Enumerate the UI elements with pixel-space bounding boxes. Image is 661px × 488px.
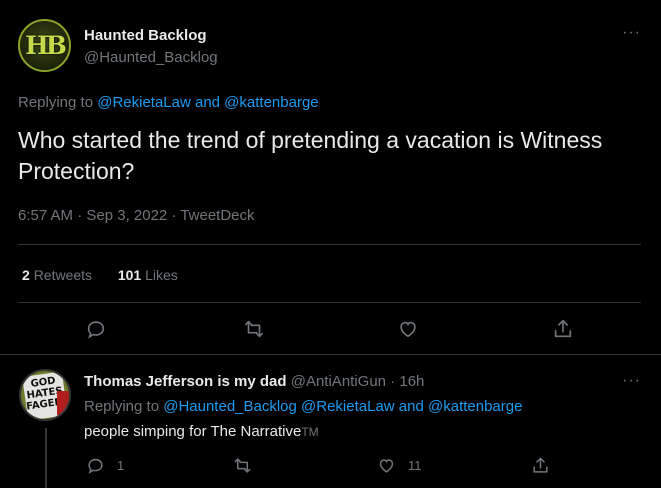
- like-icon[interactable]: [396, 317, 420, 341]
- retweets-stat[interactable]: 2 Retweets: [22, 267, 92, 283]
- replying-to: Replying to @RekietaLaw and @kattenbarge: [18, 94, 319, 111]
- replying-prefix: Replying to: [18, 94, 98, 111]
- like-icon: [379, 459, 394, 473]
- reply-replying-prefix: Replying to: [84, 398, 164, 415]
- retweet-icon[interactable]: [242, 317, 266, 341]
- author-avatar[interactable]: HB: [18, 19, 71, 72]
- share-icon[interactable]: [551, 317, 575, 341]
- reply-replying-to-users-link[interactable]: @Haunted_Backlog @RekietaLaw and @katten…: [163, 398, 522, 415]
- tweet-text: Who started the trend of pretending a va…: [18, 127, 603, 184]
- reply-reply-button[interactable]: 1: [86, 456, 124, 475]
- share-icon: [533, 457, 548, 473]
- more-options-icon[interactable]: ···: [622, 24, 641, 42]
- author-handle[interactable]: @Haunted_Backlog: [84, 49, 218, 66]
- reply-share-button[interactable]: [531, 456, 550, 475]
- retweets-label: Retweets: [33, 267, 93, 283]
- reply-like-button[interactable]: 11: [377, 456, 422, 475]
- reply-text-body: people simping for The Narrative: [84, 423, 302, 440]
- divider: [0, 354, 661, 355]
- trademark-symbol: TM: [301, 425, 319, 439]
- reply-author-avatar[interactable]: GOD HATES FAGENTS: [19, 369, 71, 421]
- reply-like-count: 11: [408, 458, 422, 473]
- reply-reply-count: 1: [117, 458, 125, 473]
- divider: [18, 244, 641, 245]
- likes-label: Likes: [145, 267, 178, 283]
- retweets-count: 2: [22, 267, 30, 283]
- author-name[interactable]: Haunted Backlog: [84, 27, 207, 44]
- reply-author-name[interactable]: Thomas Jefferson is my dad: [84, 373, 287, 390]
- reply-icon: [88, 458, 103, 474]
- reply-text: people simping for The NarrativeTM: [84, 423, 319, 440]
- reply-more-options-icon[interactable]: ···: [622, 372, 641, 390]
- reply-retweet-button[interactable]: [233, 456, 252, 475]
- replying-to-users-link[interactable]: @RekietaLaw and @kattenbarge: [97, 94, 318, 111]
- divider: [18, 302, 641, 303]
- likes-stat[interactable]: 101 Likes: [118, 267, 178, 283]
- reply-icon[interactable]: [84, 317, 108, 341]
- likes-count: 101: [117, 267, 142, 283]
- reply-time[interactable]: · 16h: [390, 373, 424, 390]
- reply-replying-to: Replying to @Haunted_Backlog @RekietaLaw…: [84, 398, 522, 415]
- reply-author-handle[interactable]: @AntiAntiGun: [291, 373, 386, 390]
- reply-header: Thomas Jefferson is my dad @AntiAntiGun …: [84, 373, 424, 390]
- thread-line: [45, 428, 47, 488]
- tweet-stats: 2 Retweets 101 Likes: [22, 267, 178, 283]
- tweet-meta[interactable]: 6:57 AM · Sep 3, 2022 · TweetDeck: [18, 207, 255, 224]
- avatar-flag: [57, 391, 69, 415]
- retweet-icon: [234, 458, 251, 473]
